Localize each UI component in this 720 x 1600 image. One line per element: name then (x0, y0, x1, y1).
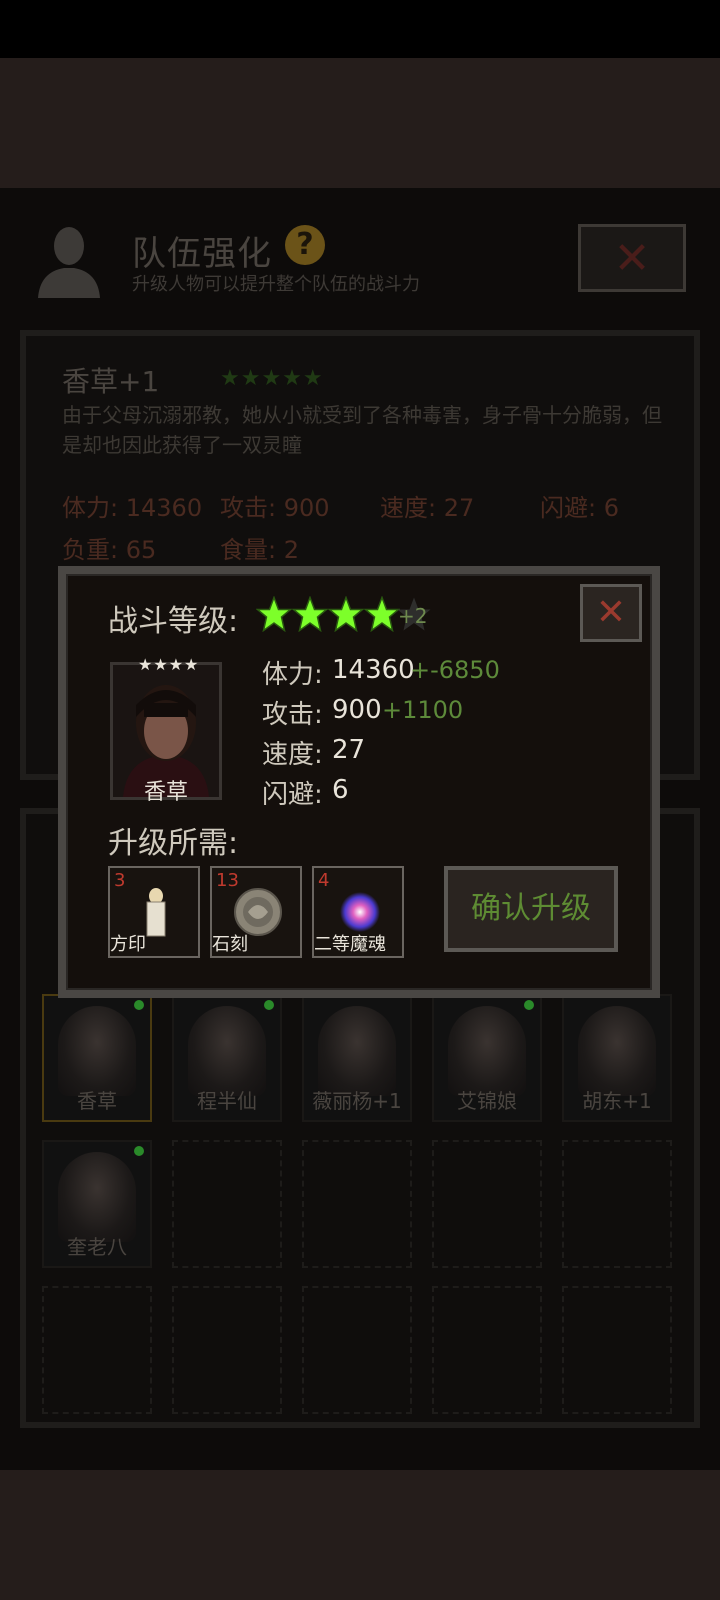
close-icon: ✕ (613, 233, 651, 284)
empty-slot (562, 1140, 672, 1268)
empty-slot (42, 1286, 152, 1414)
stat-label-attack: 攻击: (262, 700, 323, 730)
stat-label-hp: 体力: (262, 660, 323, 690)
stat-value-dodge: 6 (332, 775, 349, 805)
stat-value-attack: 900 (332, 695, 382, 725)
empty-slot (172, 1140, 282, 1268)
avatar (188, 1006, 266, 1096)
active-indicator (134, 1146, 144, 1156)
roster-slot[interactable]: 艾锦娘 (432, 994, 542, 1122)
avatar (448, 1006, 526, 1096)
item-name: 方印 (110, 934, 146, 955)
level-bonus: +2 (398, 604, 428, 628)
stat-hp: 体力: 14360 (62, 494, 203, 522)
close-button[interactable]: ✕ (578, 224, 686, 292)
top-band (0, 58, 720, 188)
active-indicator (264, 1000, 274, 1010)
stat-food: 食量: 2 (220, 536, 300, 564)
item-name: 二等魔魂 (314, 934, 386, 955)
roster-slot[interactable]: 香草 (42, 994, 152, 1122)
avatar (318, 1006, 396, 1096)
page-title: 队伍强化 (132, 234, 272, 274)
empty-slot (562, 1286, 672, 1414)
bottom-band (0, 1470, 720, 1600)
star-icon (256, 596, 292, 632)
avatar (578, 1006, 656, 1096)
status-bar (0, 0, 720, 58)
item-name: 石刻 (212, 934, 248, 955)
required-item-soul[interactable]: 4 二等魔魂 (312, 866, 404, 958)
stat-value-hp: 14360 (332, 655, 415, 685)
active-indicator (524, 1000, 534, 1010)
avatar (58, 1006, 136, 1096)
item-count: 3 (114, 870, 126, 891)
stat-value-speed: 27 (332, 735, 366, 765)
soul-orb-icon (340, 892, 380, 932)
item-count: 4 (318, 870, 330, 891)
character-name: 香草+1 (62, 365, 160, 398)
stat-speed: 速度: 27 (380, 494, 475, 522)
help-icon[interactable]: ? (285, 225, 325, 265)
empty-slot (432, 1286, 542, 1414)
required-item-seal[interactable]: 3 方印 (108, 866, 200, 958)
star-icon (364, 596, 400, 632)
star-icon (328, 596, 364, 632)
stat-delta-attack: +1100 (382, 696, 464, 724)
empty-slot (302, 1140, 412, 1268)
empty-slot (172, 1286, 282, 1414)
character-stars: ★★★★★ (220, 366, 324, 391)
page-subtitle: 升级人物可以提升整个队伍的战斗力 (132, 274, 420, 295)
roster-slot[interactable]: 薇丽杨+1 (302, 994, 412, 1122)
empty-slot (432, 1140, 542, 1268)
character-silhouette-icon (38, 227, 100, 298)
stat-load: 负重: 65 (62, 536, 157, 564)
stat-dodge: 闪避: 6 (540, 494, 620, 522)
roster-slot[interactable]: 胡东+1 (562, 994, 672, 1122)
combat-level-label: 战斗等级: (108, 604, 239, 639)
character-description: 由于父母沉溺邪教，她从小就受到了各种毒害，身子骨十分脆弱，但是却也因此获得了一双… (62, 403, 662, 457)
stat-label-dodge: 闪避: (262, 780, 323, 810)
required-item-stone-carving[interactable]: 13 石刻 (210, 866, 302, 958)
roster-slot[interactable]: 程半仙 (172, 994, 282, 1122)
avatar (58, 1152, 136, 1242)
active-indicator (134, 1000, 144, 1010)
portrait-name: 香草 (143, 780, 188, 805)
stat-attack: 攻击: 900 (220, 494, 330, 522)
confirm-upgrade-button[interactable]: 确认升级 (444, 866, 618, 952)
requirements-label: 升级所需: (108, 826, 239, 861)
roster-slot[interactable]: 奎老八 (42, 1140, 152, 1268)
stat-label-speed: 速度: (262, 740, 323, 770)
portrait-stars: ★★★★ (138, 655, 200, 674)
stat-delta-hp: +-6850 (410, 656, 500, 684)
star-icon (292, 596, 328, 632)
dialog-close-button[interactable]: ✕ (580, 584, 642, 642)
empty-slot (302, 1286, 412, 1414)
close-icon: ✕ (595, 592, 627, 633)
